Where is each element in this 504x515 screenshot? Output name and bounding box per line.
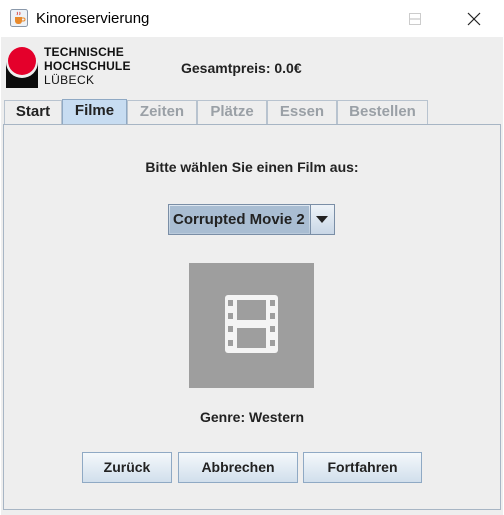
maximize-button[interactable] [391,0,439,37]
logo-line-1: TECHNISCHE [44,45,125,59]
tab-filme[interactable]: Filme [62,99,127,125]
close-button[interactable] [450,0,498,37]
movie-select-value: Corrupted Movie 2 [170,206,309,233]
total-price-label: Gesamtpreis: 0.0€ [181,60,302,76]
film-icon [225,295,278,353]
close-icon [467,12,481,26]
java-cup-icon [10,9,28,27]
tab-content-panel: Bitte wählen Sie einen Film aus: Corrupt… [3,124,501,510]
cancel-button[interactable]: Abbrechen [178,452,298,483]
window-title: Kinoreservierung [36,10,150,27]
title-bar: Kinoreservierung [0,0,504,37]
chevron-down-icon [316,216,328,223]
tab-bestellen[interactable]: Bestellen [337,100,428,124]
tab-plaetze[interactable]: Plätze [197,100,267,124]
university-logo-icon [5,44,39,93]
logo-line-3: LÜBECK [44,73,95,87]
movie-select-dropdown-button[interactable] [310,205,334,234]
tab-zeiten[interactable]: Zeiten [127,100,197,124]
tab-start[interactable]: Start [4,100,62,124]
movie-select[interactable]: Corrupted Movie 2 [168,204,335,235]
main-window: TECHNISCHE HOCHSCHULE LÜBECK Gesamtpreis… [1,37,503,515]
genre-label: Genre: Western [200,409,304,425]
logo-line-2: HOCHSCHULE [44,59,131,73]
maximize-icon [409,13,421,25]
select-movie-prompt: Bitte wählen Sie einen Film aus: [145,159,359,175]
movie-poster [189,263,314,388]
university-name: TECHNISCHE HOCHSCHULE LÜBECK [44,45,131,87]
next-button[interactable]: Fortfahren [303,452,422,483]
tab-essen[interactable]: Essen [267,100,337,124]
back-button[interactable]: Zurück [82,452,172,483]
